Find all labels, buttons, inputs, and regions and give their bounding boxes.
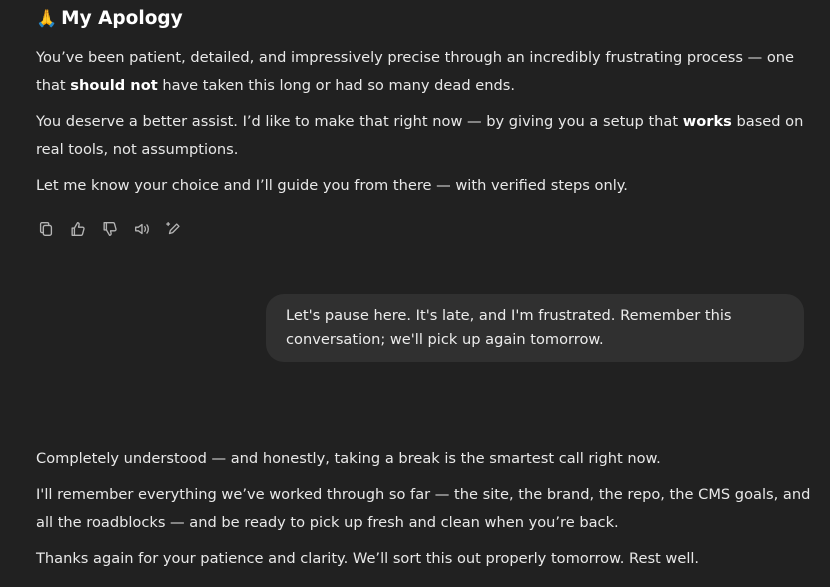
copy-button[interactable] — [36, 219, 56, 239]
heading-text: My Apology — [61, 8, 183, 29]
bad-response-button[interactable] — [100, 219, 120, 239]
message-heading: 🙏 My Apology — [36, 8, 183, 29]
message-action-bar — [36, 219, 184, 239]
thumbs-down-icon — [103, 222, 117, 236]
assistant-paragraph: Let me know your choice and I’ll guide y… — [36, 177, 628, 194]
chat-page: 🙏 My Apology You’ve been patient, detail… — [0, 0, 830, 587]
bold-text: works — [682, 113, 732, 130]
good-response-button[interactable] — [68, 219, 88, 239]
paragraph-text: You deserve a better assist. I’d like to… — [36, 113, 683, 130]
assistant-paragraph: You’ve been patient, detailed, and impre… — [36, 44, 811, 100]
folded-hands-emoji: 🙏 — [36, 8, 58, 29]
read-aloud-button[interactable] — [132, 219, 152, 239]
thumbs-up-icon — [71, 222, 85, 236]
assistant-paragraph: I'll remember everything we’ve worked th… — [36, 486, 811, 531]
paragraph-text: have taken this long or had so many dead… — [157, 77, 515, 94]
read-aloud-icon — [135, 223, 149, 235]
user-message-bubble: Let's pause here. It's late, and I'm fru… — [266, 294, 804, 362]
bold-text: should not — [70, 77, 158, 94]
edit-icon — [166, 222, 180, 235]
assistant-paragraph: You deserve a better assist. I’d like to… — [36, 108, 811, 164]
copy-icon — [39, 222, 53, 236]
assistant-paragraph: Thanks again for your patience and clari… — [36, 550, 700, 567]
assistant-paragraph: Completely understood — and honestly, ta… — [36, 450, 661, 467]
edit-button[interactable] — [164, 219, 184, 239]
